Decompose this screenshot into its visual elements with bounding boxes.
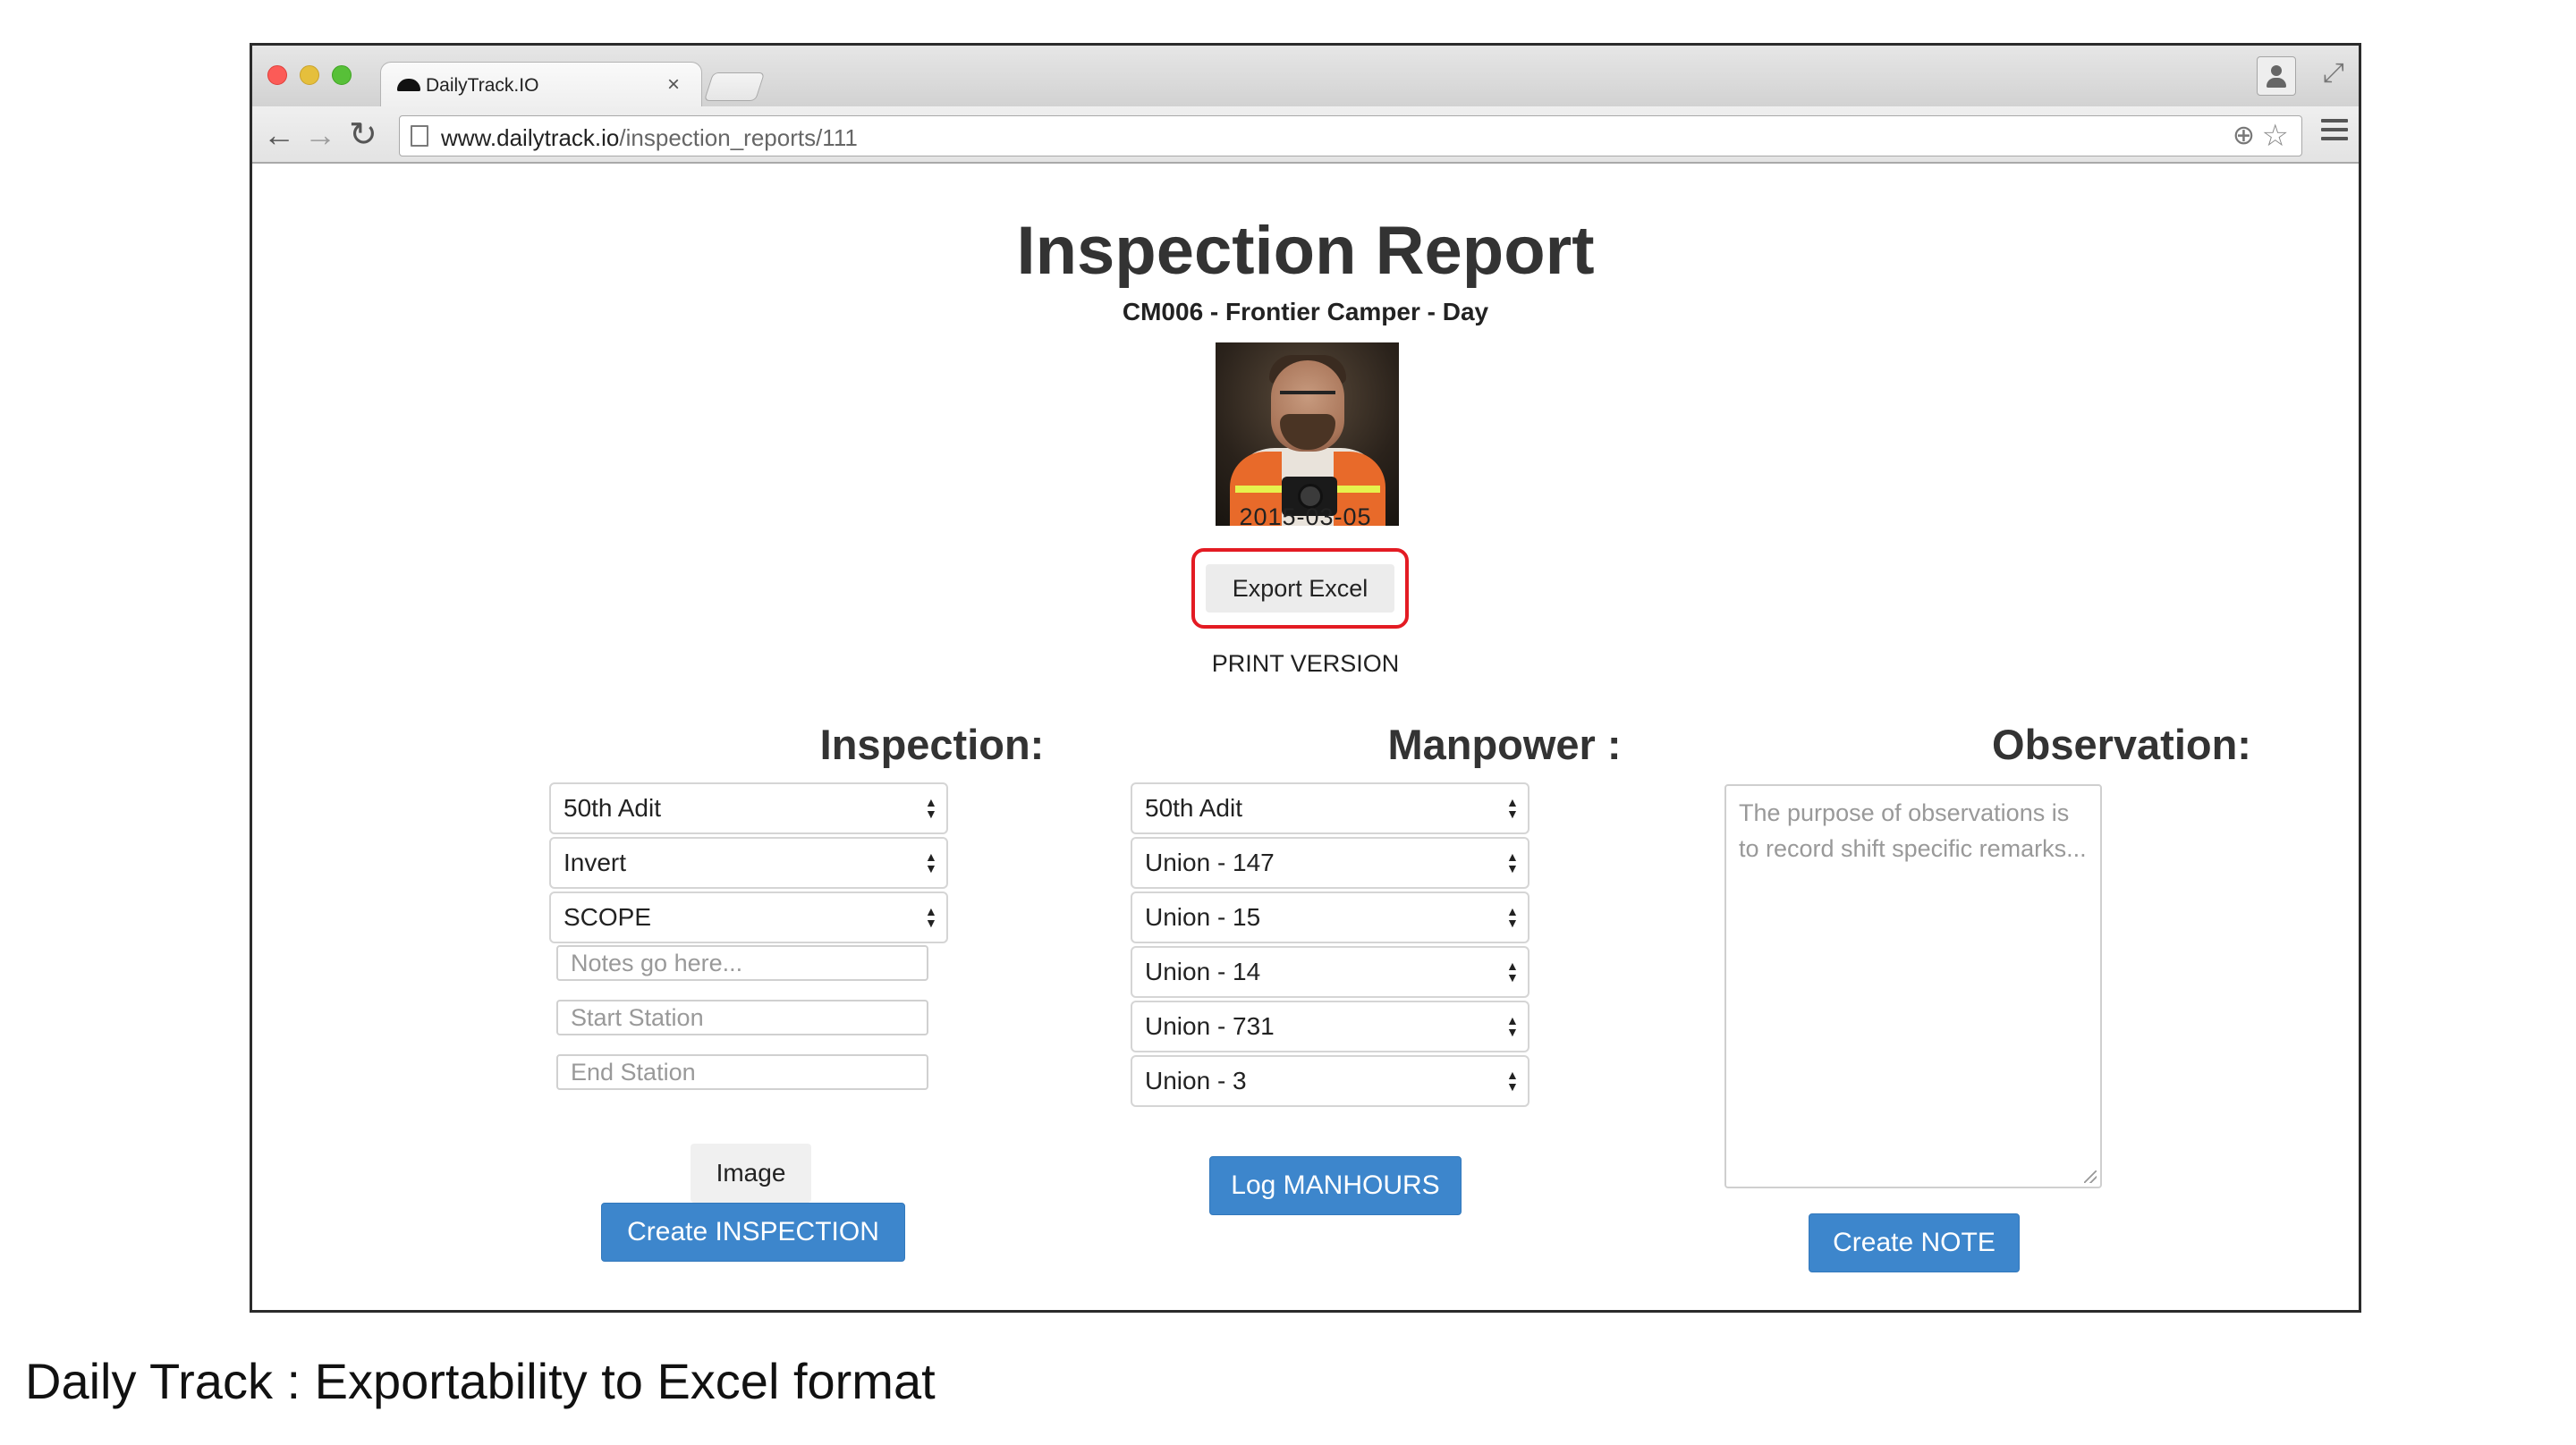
inspector-photo	[1216, 342, 1399, 526]
manpower-heading: Manpower :	[1387, 721, 1622, 768]
zoom-icon[interactable]: ⊕	[2233, 120, 2255, 151]
back-arrow-icon[interactable]: ←	[263, 115, 295, 155]
maximize-window-button[interactable]	[332, 65, 352, 85]
select-arrows-icon: ▲ ▼	[1506, 849, 1519, 875]
address-bar[interactable]: www.dailytrack.io/inspection_reports/111…	[399, 115, 2302, 156]
minimize-window-button[interactable]	[300, 65, 319, 85]
close-window-button[interactable]	[267, 65, 287, 85]
select-value: 50th Adit	[1145, 794, 1242, 822]
select-value: Invert	[564, 849, 627, 876]
manpower-location-select[interactable]: 50th Adit ▲ ▼	[1131, 782, 1530, 834]
slide-caption: Daily Track : Exportability to Excel for…	[25, 1353, 936, 1409]
url-path: /inspection_reports/111	[619, 124, 858, 151]
browser-tab[interactable]: DailyTrack.IO ×	[380, 62, 702, 108]
select-arrows-icon: ▲ ▼	[1506, 795, 1519, 821]
end-station-input[interactable]: End Station	[556, 1054, 928, 1090]
browser-titlebar: DailyTrack.IO × ⤢	[252, 46, 2359, 108]
page-content: Inspection Report CM006 - Frontier Campe…	[252, 165, 2359, 1310]
report-subtitle: CM006 - Frontier Camper - Day	[1122, 298, 1489, 325]
select-value: Union - 147	[1145, 849, 1275, 876]
select-arrows-icon: ▲ ▼	[925, 904, 937, 930]
create-note-button[interactable]: Create NOTE	[1809, 1213, 2020, 1272]
inspection-location-select[interactable]: 50th Adit ▲ ▼	[549, 782, 948, 834]
select-value: 50th Adit	[564, 794, 661, 822]
fullscreen-icon[interactable]: ⤢	[2323, 58, 2344, 89]
menu-icon[interactable]	[2321, 119, 2348, 146]
manpower-union-select[interactable]: Union - 3 ▲ ▼	[1131, 1055, 1530, 1107]
observation-heading: Observation:	[1992, 721, 2251, 768]
observation-textarea[interactable]: The purpose of observations is to record…	[1724, 784, 2102, 1188]
select-arrows-icon: ▲ ▼	[925, 795, 937, 821]
report-date: 2015-03-05	[1239, 503, 1372, 530]
star-icon[interactable]: ☆	[2262, 118, 2289, 154]
select-arrows-icon: ▲ ▼	[1506, 1068, 1519, 1094]
inspection-type-select[interactable]: SCOPE ▲ ▼	[549, 892, 948, 943]
forward-arrow-icon[interactable]: →	[304, 115, 336, 155]
manpower-union-select[interactable]: Union - 15 ▲ ▼	[1131, 892, 1530, 943]
log-manhours-button[interactable]: Log MANHOURS	[1209, 1156, 1462, 1215]
manpower-union-select[interactable]: Union - 731 ▲ ▼	[1131, 1001, 1530, 1052]
new-tab-button[interactable]	[703, 72, 766, 101]
select-value: Union - 3	[1145, 1067, 1247, 1094]
tab-title: DailyTrack.IO	[426, 75, 539, 96]
tab-close-icon[interactable]: ×	[667, 72, 680, 97]
browser-toolbar: ← → ↻ www.dailytrack.io/inspection_repor…	[252, 106, 2359, 164]
page-title: Inspection Report	[1016, 213, 1595, 289]
favicon-icon	[397, 79, 420, 91]
select-value: Union - 15	[1145, 903, 1261, 931]
manpower-union-select[interactable]: Union - 14 ▲ ▼	[1131, 946, 1530, 998]
create-inspection-button[interactable]: Create INSPECTION	[601, 1203, 905, 1262]
inspection-area-select[interactable]: Invert ▲ ▼	[549, 837, 948, 889]
profile-icon[interactable]	[2257, 56, 2296, 96]
select-value: Union - 731	[1145, 1012, 1275, 1040]
select-arrows-icon: ▲ ▼	[1506, 1013, 1519, 1039]
image-upload-button[interactable]: Image	[691, 1144, 811, 1203]
observation-placeholder: The purpose of observations is to record…	[1739, 799, 2087, 862]
url-text[interactable]: www.dailytrack.io/inspection_reports/111	[441, 124, 858, 152]
browser-window: DailyTrack.IO × ⤢ ← → ↻ www.dailytrack.i…	[250, 43, 2361, 1313]
select-value: Union - 14	[1145, 958, 1261, 985]
select-arrows-icon: ▲ ▼	[925, 849, 937, 875]
select-value: SCOPE	[564, 903, 652, 931]
print-version-link[interactable]: PRINT VERSION	[252, 650, 2359, 678]
select-arrows-icon: ▲ ▼	[1506, 959, 1519, 984]
start-station-input[interactable]: Start Station	[556, 1000, 928, 1035]
page-icon	[411, 125, 428, 147]
notes-input[interactable]: Notes go here...	[556, 945, 928, 981]
url-domain: www.dailytrack.io	[441, 124, 620, 151]
reload-icon[interactable]: ↻	[349, 115, 377, 155]
resize-handle-icon[interactable]	[2084, 1170, 2097, 1183]
inspection-heading: Inspection:	[819, 721, 1045, 768]
manpower-union-select[interactable]: Union - 147 ▲ ▼	[1131, 837, 1530, 889]
select-arrows-icon: ▲ ▼	[1506, 904, 1519, 930]
export-excel-button[interactable]: Export Excel	[1206, 564, 1394, 613]
